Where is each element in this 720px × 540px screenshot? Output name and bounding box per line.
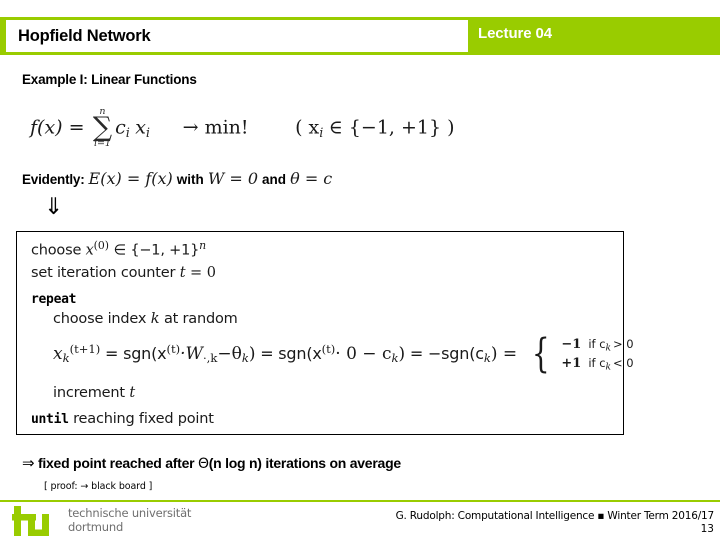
increment-variable: t <box>129 385 136 401</box>
summand-x: x <box>135 116 146 139</box>
increment-keyword: increment <box>53 385 125 401</box>
weight-column-subscript: ·,k <box>202 351 218 366</box>
summand-c-subscript: i <box>125 126 130 142</box>
evidently-energy-expression: E(x) = f(x) <box>88 169 173 188</box>
cases-rows: −1 if ck > 0 +1 if ck < 0 <box>555 336 633 374</box>
choose-keyword: choose <box>31 242 82 259</box>
evidently-label: Evidently: <box>22 172 85 187</box>
algorithm-line-choose: choose x(0) ∈ {−1, +1}n <box>31 239 206 260</box>
tu-logo-line-1: technische universität <box>68 506 192 521</box>
case-condition-positive: if c <box>588 355 606 370</box>
algorithm-line-increment: increment t <box>53 384 135 402</box>
summand-x-subscript: i <box>145 126 151 142</box>
update-eq3-subscript: k <box>483 351 491 366</box>
choose-domain: ∈ {−1, +1} <box>113 242 200 259</box>
algorithm-line-repeat: repeat <box>31 290 76 308</box>
header-title-box: Hopfield Network <box>6 20 468 52</box>
choose-index-keyword: choose index <box>53 311 147 327</box>
constraint-subscript: i <box>319 126 324 142</box>
update-eq1: = sgn(x <box>105 344 167 364</box>
formula-lhs: f(x) = <box>30 116 85 139</box>
lecture-label: Lecture 04 <box>478 25 553 42</box>
update-eq3-close: ) = <box>490 344 518 365</box>
evidently-and-word: and <box>262 172 287 187</box>
case-condition-negative-rest: > 0 <box>613 337 634 351</box>
update-lhs-subscript: k <box>62 351 70 366</box>
footer-credit: G. Rudolph: Computational Intelligence ▪… <box>395 510 715 522</box>
tu-logo-wordmark: technische universität dortmund <box>68 507 191 534</box>
choose-variable-superscript: (0) <box>93 239 110 252</box>
choose-index-rest: at random <box>163 311 238 327</box>
evidently-theta-expression: θ = c <box>290 169 333 188</box>
theta-complexity-symbol: Θ <box>197 456 209 472</box>
cases-block: { −1 if ck > 0 +1 if ck < 0 <box>528 331 634 378</box>
update-eq3: = −sgn(c <box>409 344 484 364</box>
index-variable: k <box>150 311 160 327</box>
update-eq1-close: ) <box>248 344 256 365</box>
sigma-icon: ∑ <box>92 111 113 143</box>
update-eq2-rest: · 0 − c <box>335 344 392 365</box>
theta-complexity-argument: (n log n) <box>208 455 262 471</box>
left-brace-icon: { <box>531 331 550 378</box>
choose-variable: x <box>85 242 94 259</box>
objective-formula: f(x) = n ∑ i=1 ci xi → min! ( xi ∈ {−1, … <box>30 107 455 149</box>
case-condition-positive-subscript: k <box>605 362 612 373</box>
update-eq1-rest: ·W <box>180 344 203 365</box>
example-heading: Example I: Linear Functions <box>22 72 197 87</box>
algorithm-line-update: xk(t+1) = sgn(x(t)·W·,k−θk) = sgn(x(t)· … <box>53 334 634 374</box>
until-condition: reaching fixed point <box>73 411 214 427</box>
update-eq2: = sgn(x <box>260 344 322 364</box>
counter-initial-value: = 0 <box>189 265 216 281</box>
until-keyword: until <box>31 412 69 427</box>
sum-lower-limit: i=1 <box>93 137 111 149</box>
case-condition-positive-rest: < 0 <box>613 355 634 370</box>
double-down-arrow-icon: ⇓ <box>44 194 64 220</box>
proof-note: [ proof: → black board ] <box>44 481 153 492</box>
evidently-with-word: with <box>176 172 204 187</box>
conclusion-text-after: iterations on average <box>265 455 401 471</box>
tu-dortmund-logo: technische universität dortmund <box>12 506 191 536</box>
page-number: 13 <box>700 523 714 535</box>
objective-min: → min! <box>182 116 249 139</box>
update-equation: xk(t+1) = sgn(x(t)·W·,k−θk) = sgn(x(t)· … <box>53 334 634 374</box>
page-title: Hopfield Network <box>18 26 151 45</box>
update-eq1-superscript: (t) <box>166 342 181 357</box>
algorithm-line-until: until reaching fixed point <box>31 410 214 428</box>
case-row-negative: −1 if ck > 0 <box>555 336 633 355</box>
algorithm-box: choose x(0) ∈ {−1, +1}n set iteration co… <box>16 231 634 435</box>
update-lhs-superscript: (t+1) <box>69 342 101 357</box>
evidently-line: Evidently: E(x) = f(x) with W = 0 and θ … <box>22 169 332 188</box>
evidently-weight-expression: W = 0 <box>207 169 259 188</box>
repeat-keyword: repeat <box>31 292 77 307</box>
summand-c: c <box>115 116 126 139</box>
constraint-set: ∈ {−1, +1} ) <box>328 116 455 139</box>
case-condition-negative: if c <box>588 337 606 351</box>
update-eq2-close: ) <box>398 344 406 365</box>
case-row-positive: +1 if ck < 0 <box>555 355 633 374</box>
footer-divider <box>0 500 720 502</box>
theta-subscript: k <box>241 351 249 366</box>
case-condition-negative-subscript: k <box>605 343 612 354</box>
algorithm-line-set-counter: set iteration counter t = 0 <box>31 264 216 282</box>
update-eq2-superscript: (t) <box>321 342 336 357</box>
case-value-positive: +1 <box>561 355 582 371</box>
choose-domain-exponent: n <box>199 239 207 252</box>
case-value-negative: −1 <box>561 337 582 352</box>
counter-variable: t <box>179 265 186 281</box>
update-eq1-tail: −θ <box>217 344 242 365</box>
conclusion-line: ⇒ fixed point reached after Θ(n log n) i… <box>22 454 401 472</box>
tu-logo-line-2: dortmund <box>68 520 124 534</box>
update-lhs-x: x <box>53 344 63 365</box>
conclusion-text-before: fixed point reached after <box>37 455 195 471</box>
set-counter-keyword: set iteration counter <box>31 265 176 281</box>
algorithm-line-choose-index: choose index k at random <box>53 310 238 328</box>
constraint-open: ( x <box>295 116 320 139</box>
tu-logo-mark-icon <box>12 506 49 536</box>
implies-arrow-icon: ⇒ <box>22 454 35 472</box>
summation-operator: n ∑ i=1 <box>93 107 112 148</box>
